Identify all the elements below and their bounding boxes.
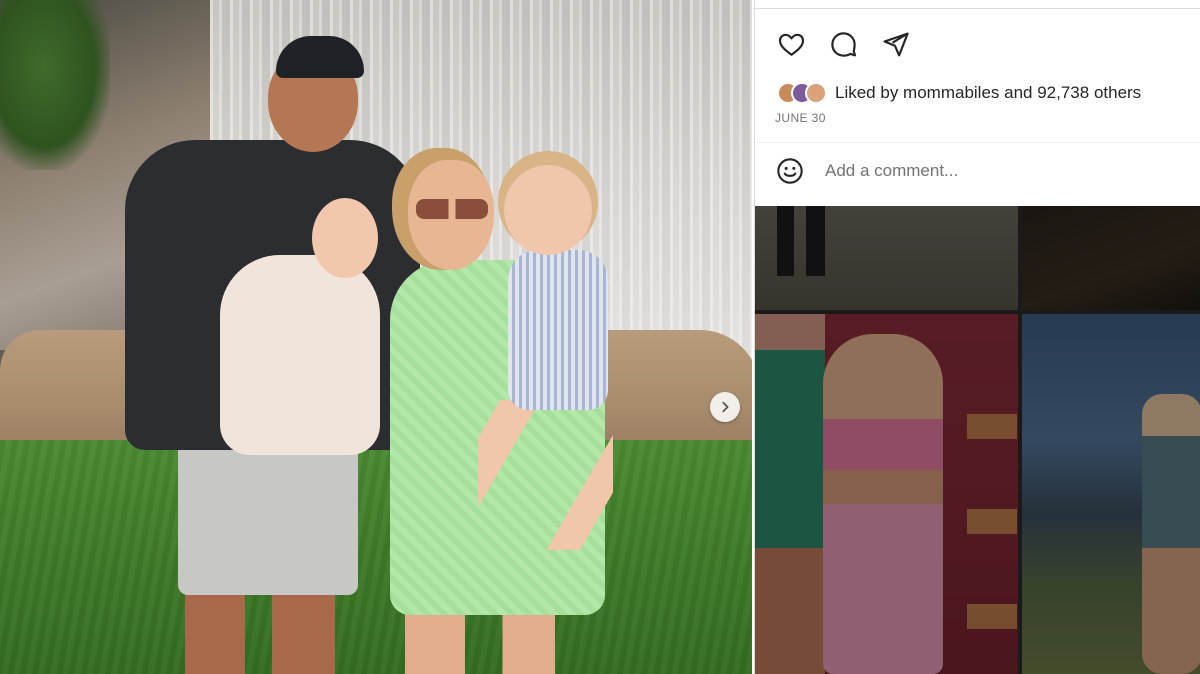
likes-text: Liked by mommabiles and 92,738 others <box>835 83 1141 103</box>
baby-head <box>312 198 378 278</box>
related-post-thumbnail[interactable] <box>1022 206 1200 310</box>
post-date[interactable]: JUNE 30 <box>775 111 826 125</box>
divider <box>755 8 1200 9</box>
comment-row <box>775 156 1187 186</box>
comment-button[interactable] <box>827 28 859 60</box>
share-button[interactable] <box>879 28 911 60</box>
heart-icon <box>778 33 804 56</box>
post-photo[interactable] <box>0 0 752 674</box>
chevron-right-icon <box>722 401 729 413</box>
girl-romper <box>508 250 608 410</box>
likes-middle: and <box>999 83 1038 102</box>
post-side-panel: Liked by mommabiles and 92,738 others JU… <box>754 0 1200 674</box>
overlay <box>1022 206 1200 310</box>
liker-avatars[interactable] <box>777 82 827 104</box>
girl-head <box>504 165 592 255</box>
comment-input[interactable] <box>823 160 1187 182</box>
related-post-thumbnail[interactable] <box>755 314 1018 674</box>
likes-summary: Liked by mommabiles and 92,738 others <box>777 82 1141 104</box>
likes-prefix: Liked by <box>835 83 904 102</box>
overlay <box>755 314 1018 674</box>
overlay <box>755 206 1018 310</box>
overlay <box>1022 314 1200 674</box>
paper-plane-icon <box>883 32 909 56</box>
carousel-next-button[interactable] <box>710 392 740 422</box>
foliage <box>0 0 110 170</box>
liker-username[interactable]: mommabiles <box>903 83 999 102</box>
girl-legs <box>478 400 613 550</box>
sunglasses <box>416 199 488 219</box>
related-post-thumbnail[interactable] <box>755 206 1018 310</box>
related-post-thumbnail[interactable] <box>1022 314 1200 674</box>
avatar <box>805 82 827 104</box>
emoji-button[interactable] <box>775 156 805 186</box>
like-button[interactable] <box>775 28 807 60</box>
divider <box>755 142 1200 143</box>
smiley-icon <box>777 158 803 184</box>
baby-body <box>220 255 380 455</box>
lawn <box>0 440 752 674</box>
man-shorts <box>178 440 358 595</box>
comment-bubble-icon <box>830 31 856 57</box>
likes-others[interactable]: 92,738 others <box>1037 83 1141 102</box>
man-legs <box>185 590 335 674</box>
action-bar <box>775 28 911 60</box>
related-posts-grid <box>755 206 1200 674</box>
